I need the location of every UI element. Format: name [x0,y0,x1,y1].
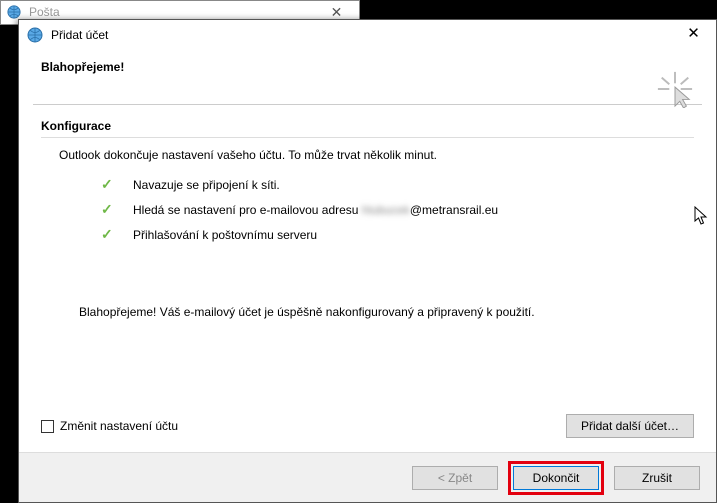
congrats-text: Blahopřejeme! Váš e-mailový účet je úspě… [41,305,694,319]
section-divider [41,137,694,138]
status-row: ✓ Přihlašování k poštovnímu serveru [101,224,694,245]
status-intro: Outlook dokončuje nastavení vašeho účtu.… [41,148,694,162]
add-account-dialog: Přidat účet ✕ Blahopřejeme! Konfigurace … [18,19,717,503]
checkbox-icon[interactable] [41,420,54,433]
check-icon: ✓ [101,174,115,195]
status-row: ✓ Hledá se nastavení pro e-mailovou adre… [101,199,694,220]
status-row: ✓ Navazuje se připojení k síti. [101,174,694,195]
globe-icon [27,27,43,43]
section-title: Konfigurace [41,119,694,133]
dialog-footer: < Zpět Dokončit Zrušit [19,452,716,502]
dialog-body: Konfigurace Outlook dokončuje nastavení … [19,105,716,319]
close-button[interactable]: ✕ [671,20,716,50]
globe-icon [7,5,21,19]
status-text: Přihlašování k poštovnímu serveru [133,226,317,244]
redacted-text: hlubucek [362,203,410,217]
highlight-annotation: Dokončit [508,461,604,495]
status-text: Navazuje se připojení k síti. [133,176,280,194]
bg-window-title: Pošta [29,5,60,19]
lower-panel: Změnit nastavení účtu Přidat další účet… [19,414,716,452]
check-icon: ✓ [101,224,115,245]
check-icon: ✓ [101,199,115,220]
change-settings-option[interactable]: Změnit nastavení účtu [41,419,178,433]
add-another-account-button[interactable]: Přidat další účet… [566,414,694,438]
sparkle-cursor-icon [656,70,694,108]
header-title: Blahopřejeme! [41,60,694,74]
titlebar: Přidat účet ✕ [19,20,716,50]
status-list: ✓ Navazuje se připojení k síti. ✓ Hledá … [41,174,694,245]
change-settings-label: Změnit nastavení účtu [60,419,178,433]
cancel-button[interactable]: Zrušit [614,466,700,490]
finish-button[interactable]: Dokončit [513,466,599,490]
dialog-title: Přidat účet [51,28,108,42]
status-text: Hledá se nastavení pro e-mailovou adresu… [133,201,498,219]
dialog-header: Blahopřejeme! [19,50,716,104]
back-button: < Zpět [412,466,498,490]
